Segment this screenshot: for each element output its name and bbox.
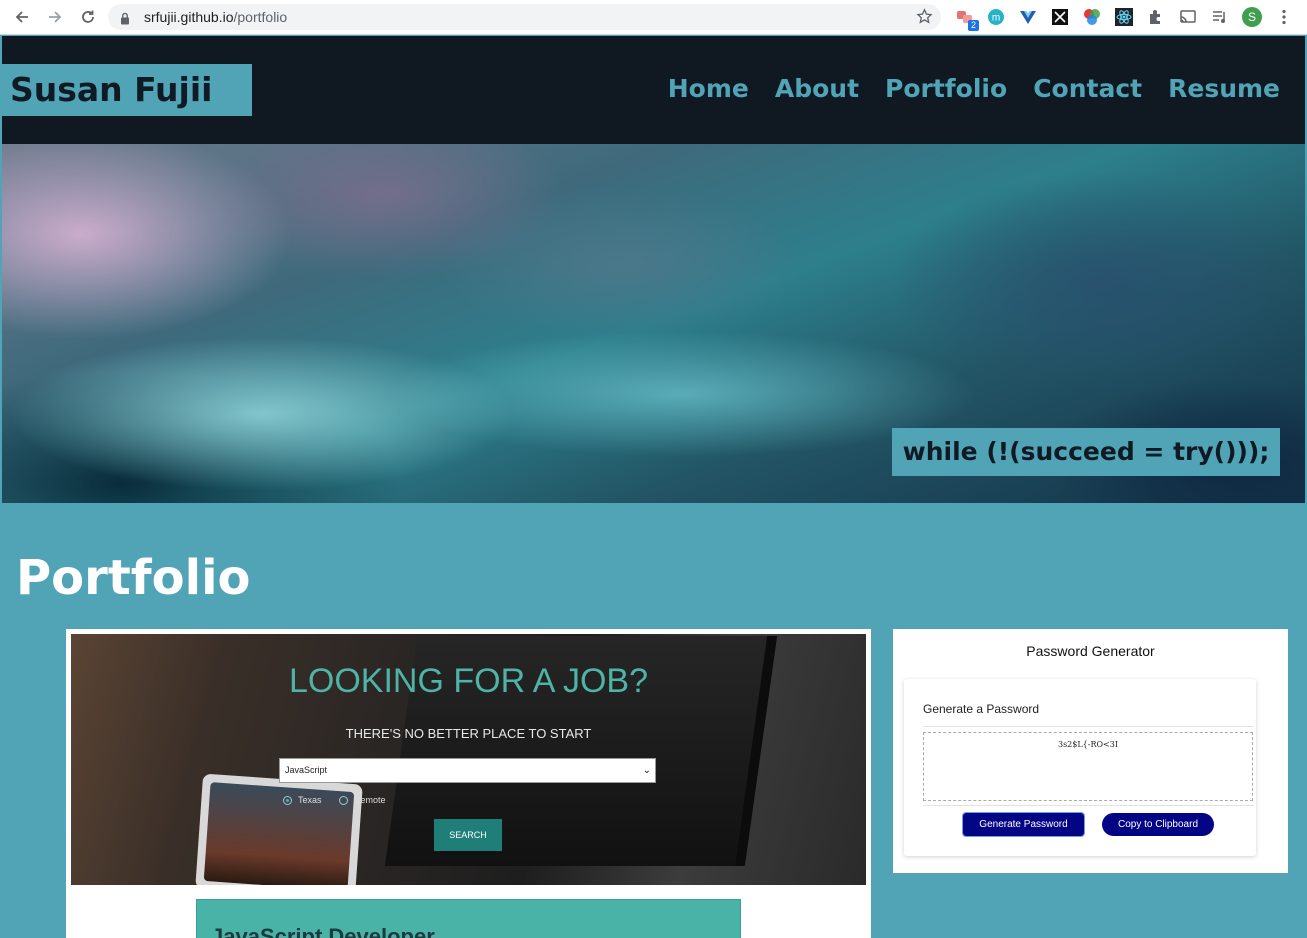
nav-about[interactable]: About: [775, 74, 859, 103]
password-output[interactable]: 3s2$L{-RO<3I: [923, 732, 1253, 801]
password-card-title: Password Generator: [1026, 643, 1155, 659]
site-header: Susan Fujii Home About Portfolio Contact…: [2, 36, 1305, 144]
job-subheading: THERE'S NO BETTER PLACE TO START: [345, 726, 592, 741]
extension-vue-devtools-icon[interactable]: [1018, 7, 1038, 27]
password-panel-title: Generate a Password: [923, 702, 1040, 716]
url-host: srfujii.github.io: [144, 9, 234, 25]
divider: [923, 805, 1254, 806]
project-card-password-generator[interactable]: Password Generator Generate a Password 3…: [893, 629, 1288, 873]
extension-color-picker-icon[interactable]: [1082, 7, 1102, 27]
project-card-job-search[interactable]: LOOKING FOR A JOB? THERE'S NO BETTER PLA…: [66, 629, 871, 938]
copy-to-clipboard-button[interactable]: Copy to Clipboard: [1102, 813, 1214, 836]
nav-resume[interactable]: Resume: [1168, 74, 1280, 103]
profile-avatar-button[interactable]: S: [1242, 7, 1262, 27]
address-url: srfujii.github.io/portfolio: [144, 9, 287, 25]
job-result-banner: JavaScript Developer: [196, 899, 741, 938]
job-search-button: SEARCH: [434, 819, 502, 851]
nav-portfolio[interactable]: Portfolio: [885, 74, 1007, 103]
kebab-menu-icon: [1282, 9, 1286, 25]
svg-text:m: m: [992, 13, 1000, 24]
radio-dot-icon: [283, 795, 292, 805]
page-title: Portfolio: [16, 550, 251, 606]
nav-home[interactable]: Home: [668, 74, 749, 103]
bookmark-star-icon[interactable]: [916, 8, 933, 29]
job-language-select: JavaScript ⌄: [279, 758, 656, 783]
generate-password-button[interactable]: Generate Password: [962, 812, 1085, 837]
browser-menu-button[interactable]: [1274, 7, 1294, 27]
radio-dot-icon: [339, 795, 348, 805]
radio-texas: Texas: [283, 795, 322, 805]
back-button[interactable]: [12, 7, 32, 27]
extension-badge-count: 2: [967, 20, 979, 31]
job-search-screenshot: LOOKING FOR A JOB? THERE'S NO BETTER PLA…: [71, 634, 866, 885]
extension-m-icon[interactable]: m: [986, 7, 1006, 27]
chevron-down-icon: ⌄: [642, 765, 651, 776]
job-heading: LOOKING FOR A JOB?: [289, 662, 648, 700]
divider: [923, 726, 1254, 727]
cast-icon[interactable]: [1178, 7, 1198, 27]
job-select-value: JavaScript: [285, 765, 328, 775]
radio-label: Texas: [298, 795, 322, 805]
back-arrow-icon: [15, 11, 28, 23]
extension-tabs-icon[interactable]: 2: [955, 7, 979, 31]
avatar: S: [1242, 7, 1262, 27]
hero-banner: while (!(succeed = try()));: [2, 144, 1305, 503]
site-brand[interactable]: Susan Fujii: [2, 64, 252, 116]
browser-toolbar: srfujii.github.io/portfolio 2 m S: [0, 0, 1307, 35]
extension-react-devtools-icon[interactable]: [1114, 7, 1134, 27]
forward-button[interactable]: [45, 7, 65, 27]
media-playlist-icon[interactable]: [1210, 7, 1230, 27]
lock-icon: [120, 10, 130, 29]
hero-motto: while (!(succeed = try()));: [892, 428, 1280, 476]
forward-arrow-icon: [49, 11, 62, 23]
extension-x-icon[interactable]: [1050, 7, 1070, 27]
reload-icon: [82, 10, 94, 23]
radio-label: Remote: [354, 795, 386, 805]
radio-remote: Remote: [339, 795, 386, 805]
password-panel: Generate a Password 3s2$L{-RO<3I Generat…: [904, 679, 1256, 856]
laptop-graphic: [195, 773, 363, 885]
main-nav: Home About Portfolio Contact Resume: [668, 74, 1280, 103]
address-bar[interactable]: srfujii.github.io/portfolio: [108, 4, 941, 30]
extensions-puzzle-icon[interactable]: [1146, 7, 1166, 27]
url-path: /portfolio: [233, 9, 288, 25]
nav-contact[interactable]: Contact: [1033, 74, 1142, 103]
reload-button[interactable]: [78, 7, 98, 27]
